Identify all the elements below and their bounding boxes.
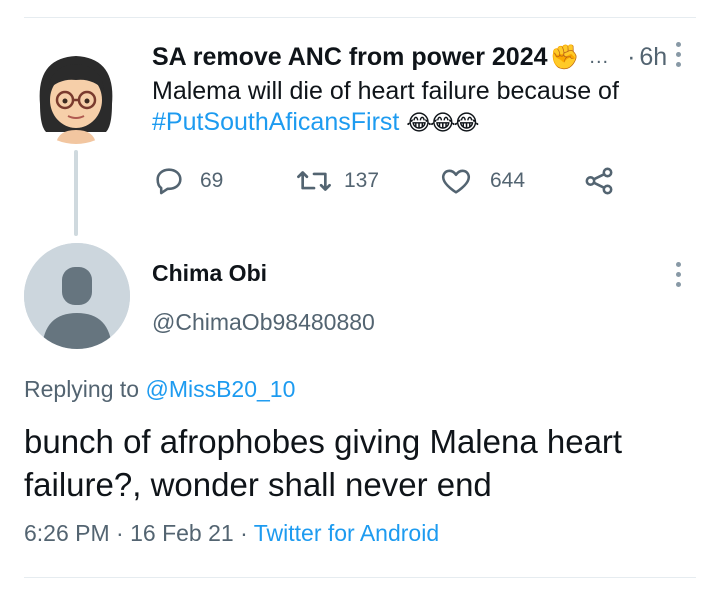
name-overflow-ellipsis: ... [589,45,610,68]
parent-author-avatar[interactable] [26,44,126,144]
tweet-source-link[interactable]: Twitter for Android [254,520,439,546]
reply-author-handle[interactable]: @ChimaOb98480880 [152,309,375,336]
raised-fist-emoji: ✊ [549,43,580,71]
reply-author-avatar[interactable] [24,243,130,349]
header-separator: · [627,42,636,71]
share-action[interactable] [582,164,616,198]
parent-tweet-header: SA remove ANC from power 2024 ✊ ... · 6h [152,40,680,74]
parent-tweet-time[interactable]: 6h [639,43,667,72]
parent-tweet-actions: 69 137 644 [152,164,622,198]
retweet-count: 137 [344,169,380,192]
replying-to-label: Replying to [24,376,140,402]
hashtag-link[interactable]: #PutSouthAficansFirst [152,108,399,136]
parent-text-line: Malema will die of heart failure because… [152,77,619,105]
share-icon [582,164,616,198]
thread-connector-line [74,150,78,236]
like-count: 644 [490,169,526,192]
reply-author-name[interactable]: Chima Obi [152,260,267,287]
like-icon [438,164,474,198]
parent-more-icon[interactable] [676,42,682,68]
laughing-emojis: 😂😂😂 [406,110,479,135]
bottom-divider [24,577,696,578]
retweet-action[interactable]: 137 [294,164,379,198]
replying-to-line: Replying to @MissB20_10 [24,376,295,403]
reply-count: 69 [200,169,224,192]
replying-to-mention[interactable]: @MissB20_10 [145,376,295,402]
meta-separator: · [240,520,248,546]
parent-author-name[interactable]: SA remove ANC from power 2024 [152,43,548,72]
reply-action[interactable]: 69 [152,164,223,198]
reply-icon [152,164,186,198]
parent-tweet-text: Malema will die of heart failure because… [152,76,672,138]
meta-separator: · [116,520,124,546]
like-action[interactable]: 644 [438,164,525,198]
top-divider [24,17,696,18]
reply-more-icon[interactable] [676,262,682,288]
reply-tweet-meta: 6:26 PM · 16 Feb 21 · Twitter for Androi… [24,520,439,547]
reply-tweet-text: bunch of afrophobes giving Malena heart … [24,423,623,503]
retweet-icon [294,164,334,198]
reply-date: 16 Feb 21 [130,520,234,546]
reply-time: 6:26 PM [24,520,110,546]
